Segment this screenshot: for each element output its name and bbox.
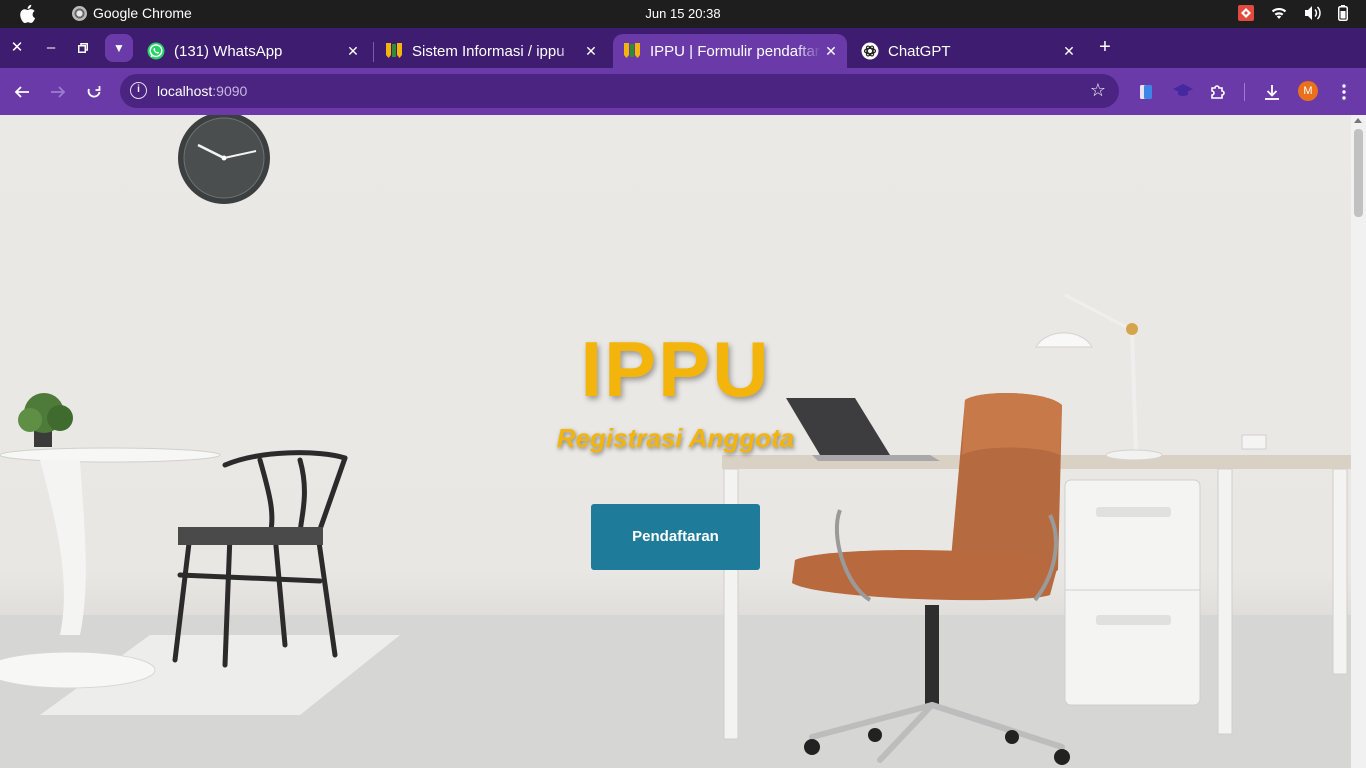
tab-search-button[interactable]: ▼ bbox=[105, 34, 133, 62]
extension-with-badge[interactable] bbox=[1171, 80, 1195, 104]
chevron-down-icon: ▼ bbox=[113, 41, 125, 55]
openai-icon bbox=[861, 42, 879, 60]
whatsapp-icon bbox=[147, 42, 165, 60]
close-tab-icon[interactable]: ✕ bbox=[581, 43, 601, 60]
apple-menu-icon[interactable] bbox=[18, 4, 36, 24]
extensions-button[interactable] bbox=[1206, 80, 1230, 104]
url-host: localhost bbox=[157, 83, 213, 99]
tab-label: Sistem Informasi / ippu bbox=[412, 42, 565, 60]
url-port: :9090 bbox=[212, 83, 248, 99]
wifi-icon[interactable] bbox=[1270, 6, 1288, 20]
wall-clock-image bbox=[178, 115, 270, 204]
close-window-icon[interactable]: ✕ bbox=[6, 37, 28, 59]
site-info-icon[interactable]: i bbox=[130, 82, 147, 99]
back-button[interactable] bbox=[10, 80, 34, 104]
hat-extension-icon bbox=[1173, 84, 1193, 96]
system-tray bbox=[1238, 5, 1348, 21]
reading-list-button[interactable] bbox=[1134, 80, 1158, 104]
download-icon bbox=[1265, 85, 1279, 100]
active-app-name: Google Chrome bbox=[93, 5, 192, 21]
tab-sistem-informasi[interactable]: Sistem Informasi / ippu ✕ bbox=[375, 34, 607, 68]
tab-divider bbox=[373, 42, 374, 62]
tab-label: ChatGPT bbox=[888, 42, 951, 60]
scrollbar-thumb[interactable] bbox=[1354, 129, 1363, 217]
minimize-window-icon[interactable]: – bbox=[40, 37, 62, 59]
hero-title: IPPU bbox=[580, 325, 771, 413]
tab-chatgpt[interactable]: ChatGPT ✕ bbox=[851, 34, 1085, 68]
restore-window-icon[interactable] bbox=[72, 37, 94, 59]
hero-subtitle: Registrasi Anggota bbox=[556, 423, 795, 453]
new-tab-button[interactable]: + bbox=[1094, 36, 1116, 58]
close-tab-icon[interactable]: ✕ bbox=[821, 43, 841, 60]
reload-button[interactable] bbox=[82, 80, 106, 104]
extension-book-icon bbox=[1140, 85, 1152, 99]
active-app-menu[interactable]: Google Chrome bbox=[72, 5, 192, 21]
page-content: IPPU Registrasi Anggota Pendaftaran bbox=[0, 115, 1351, 768]
os-top-bar: Google Chrome Jun 15 20:38 bbox=[0, 0, 1366, 28]
anydesk-icon[interactable] bbox=[1238, 5, 1254, 21]
menu-button[interactable] bbox=[1332, 80, 1356, 104]
arrow-right-icon bbox=[51, 86, 66, 98]
tab-label: IPPU | Formulir pendaftaran bbox=[650, 42, 821, 60]
profile-avatar[interactable]: M bbox=[1298, 81, 1318, 101]
close-tab-icon[interactable]: ✕ bbox=[343, 43, 363, 60]
tab-label: (131) WhatsApp bbox=[174, 42, 283, 60]
system-clock[interactable]: Jun 15 20:38 bbox=[0, 6, 1366, 21]
downloads-button[interactable] bbox=[1260, 80, 1284, 104]
arrow-left-icon bbox=[14, 86, 29, 98]
chrome-icon bbox=[72, 5, 87, 21]
browser-toolbar: i localhost:9090 ☆ 25 bbox=[0, 68, 1366, 173]
bookmark-star-icon[interactable]: ☆ bbox=[1090, 80, 1106, 101]
volume-icon[interactable] bbox=[1304, 5, 1322, 21]
close-tab-icon[interactable]: ✕ bbox=[1059, 43, 1079, 60]
pendaftaran-button[interactable]: Pendaftaran bbox=[591, 504, 760, 570]
plus-icon: + bbox=[1099, 36, 1111, 58]
tab-strip: ✕ – ▼ (131) WhatsApp ✕ Sistem Informasi … bbox=[0, 28, 1366, 68]
url-text[interactable]: localhost:9090 bbox=[157, 83, 247, 99]
address-bar[interactable]: i localhost:9090 ☆ bbox=[120, 74, 1119, 108]
forward-button[interactable] bbox=[46, 80, 70, 104]
ippu-icon bbox=[624, 43, 640, 58]
toolbar-divider bbox=[1244, 83, 1245, 101]
kebab-menu-icon bbox=[1342, 84, 1346, 100]
reload-icon bbox=[87, 86, 101, 98]
ippu-icon bbox=[386, 43, 402, 58]
battery-icon[interactable] bbox=[1338, 5, 1348, 21]
tab-whatsapp[interactable]: (131) WhatsApp ✕ bbox=[137, 34, 369, 68]
puzzle-icon bbox=[1211, 85, 1225, 99]
tab-ippu-formulir[interactable]: IPPU | Formulir pendaftaran ✕ bbox=[613, 34, 847, 68]
page-scrollbar[interactable] bbox=[1351, 115, 1366, 768]
scroll-up-arrow-icon[interactable] bbox=[1354, 118, 1362, 123]
